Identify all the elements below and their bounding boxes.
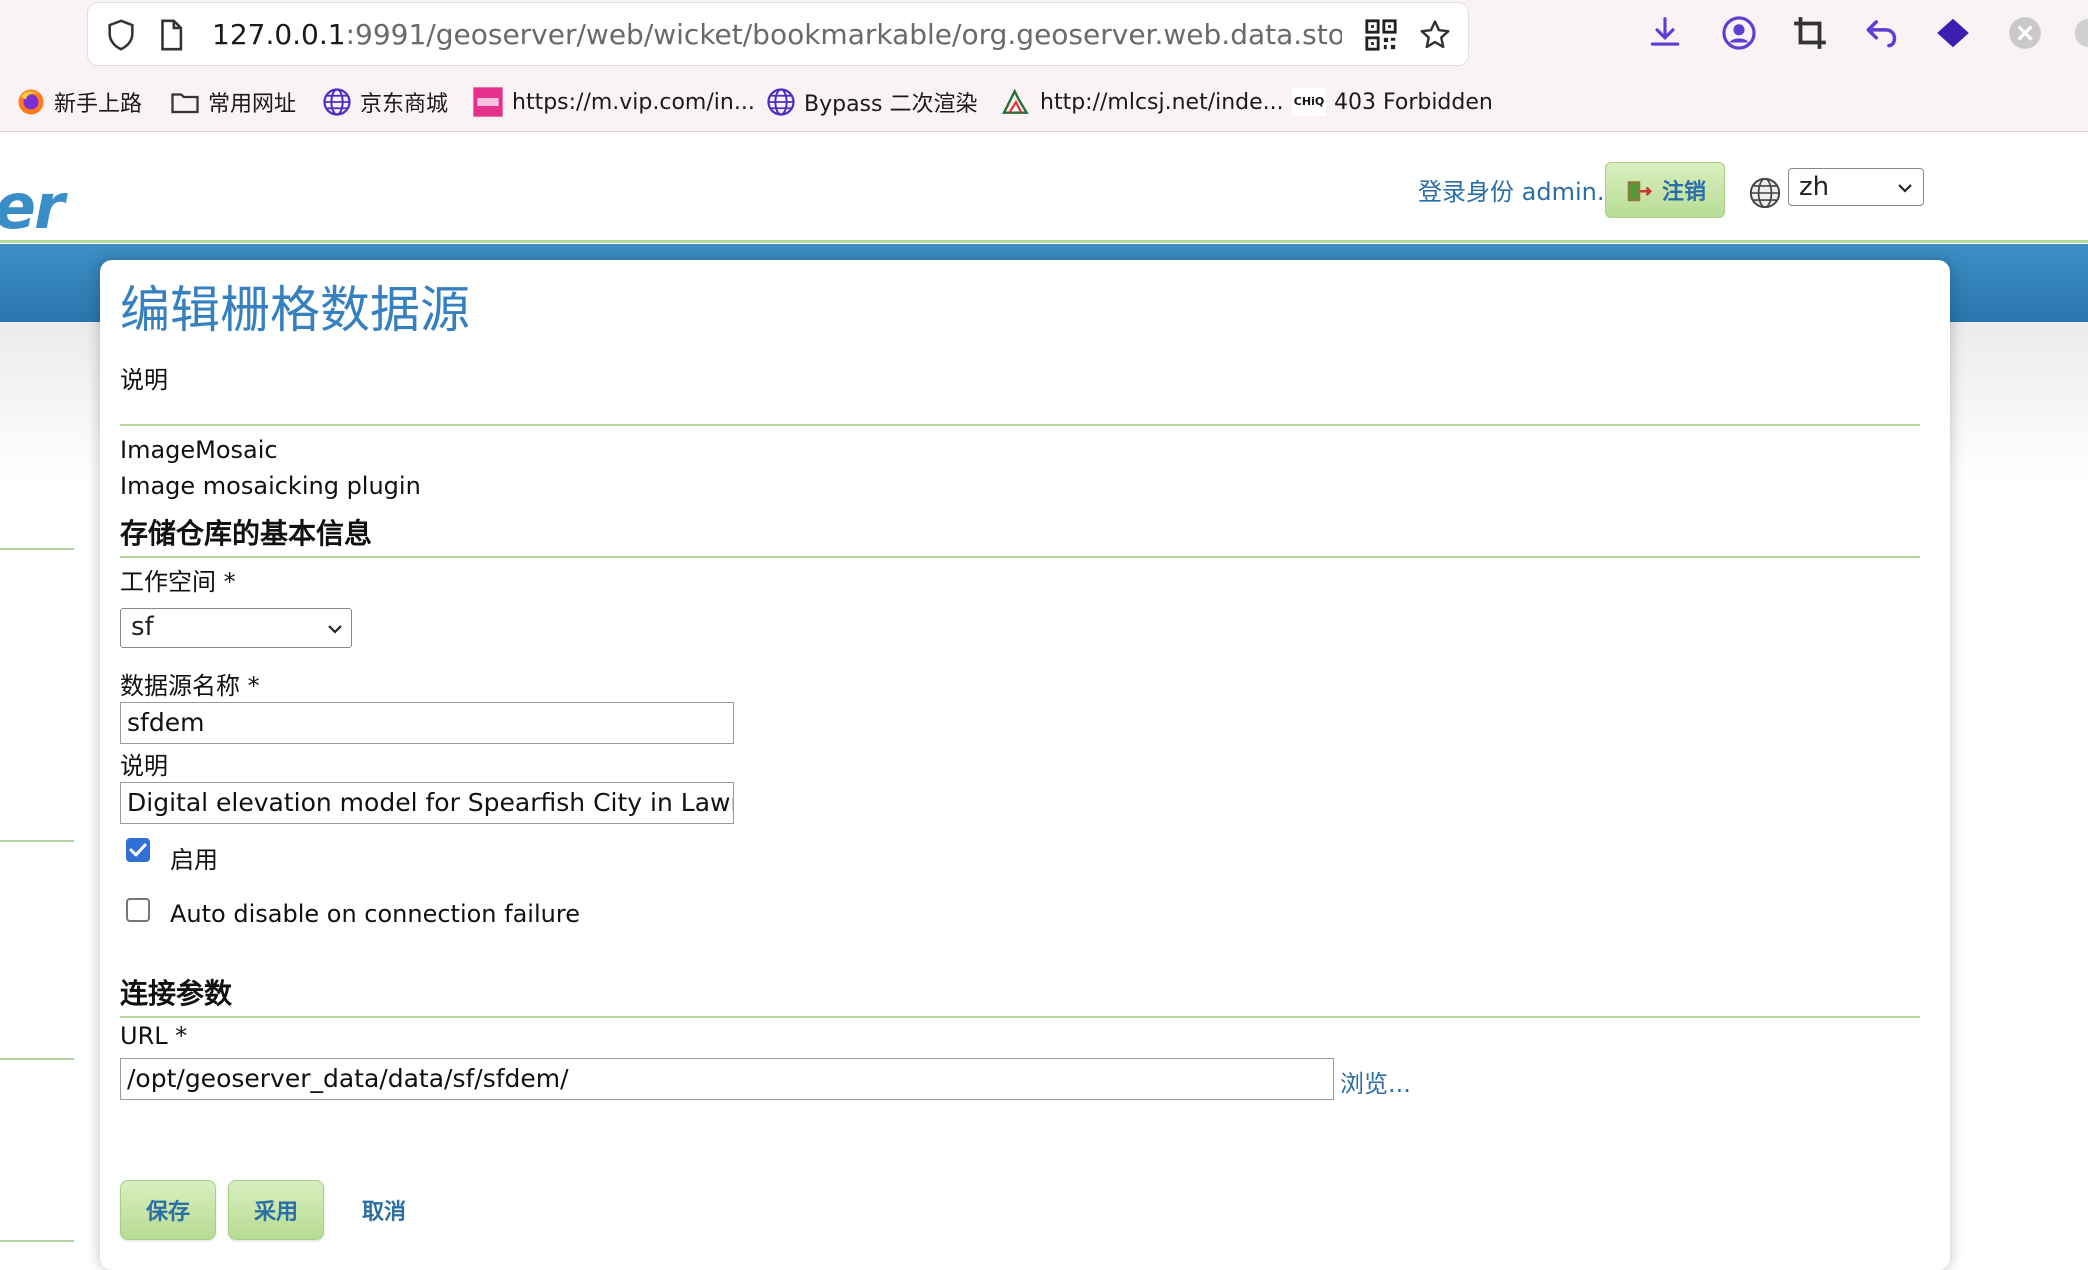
language-globe-icon [1749,177,1781,209]
firefox-icon [18,89,44,115]
apply-button[interactable]: 采用 [228,1180,324,1240]
auto-disable-checkbox[interactable] [126,898,150,922]
globe-icon [323,88,351,116]
crop-icon[interactable] [1791,14,1829,52]
logout-button[interactable]: 注销 [1605,162,1725,218]
workspace-select[interactable]: sf [120,608,352,648]
bookmark-folder[interactable]: 常用网址 [170,82,296,122]
login-status: 登录身份 admin. [1418,178,1605,206]
bookmark-label: Bypass 二次渲染 [804,92,978,117]
enabled-checkbox[interactable] [126,838,150,862]
address-bar[interactable]: 127.0.0.1:9991/geoserver/web/wicket/book… [88,3,1468,65]
store-type-description: Image mosaicking plugin [120,472,421,500]
bookmark-label: 403 Forbidden [1334,89,1493,115]
geoserver-page: er 登录身份 admin. 注销 zh 编辑栅格数据源 说明 ImageMos… [0,132,2088,1270]
section-divider [120,1016,1920,1018]
enabled-label: 启用 [170,846,218,874]
bookmark-label: https://m.vip.com/in... [512,89,755,115]
qr-code-icon[interactable] [1364,18,1398,52]
sidebar-divider [0,1058,74,1060]
save-button[interactable]: 保存 [120,1180,216,1240]
undo-icon[interactable] [1862,14,1900,52]
sidebar-divider [0,840,74,842]
cancel-link[interactable]: 取消 [362,1194,406,1226]
shield-icon[interactable] [104,18,138,52]
chevron-down-icon [1898,184,1912,193]
bookmark-item[interactable]: Bypass 二次渲染 [766,82,977,122]
edit-store-panel: 编辑栅格数据源 说明 ImageMosaic Image mosaicking … [100,260,1950,1270]
bookmark-item[interactable]: http://mlcsj.net/inde... [1000,82,1284,122]
store-type: ImageMosaic [120,436,278,464]
bookmark-item[interactable]: CHiQ 403 Forbidden [1292,82,1493,122]
connection-params-heading: 连接参数 [120,977,233,1010]
geoserver-logo[interactable]: er [0,170,65,243]
header-divider [0,240,2088,243]
extension-layers-icon[interactable] [1934,14,1972,52]
bookmark-item[interactable]: 新手上路 [16,82,142,122]
description-label: 说明 [120,752,168,780]
check-icon [129,843,147,857]
language-select[interactable]: zh [1788,168,1924,206]
basic-info-heading: 存储仓库的基本信息 [120,517,373,550]
account-icon[interactable] [1720,14,1758,52]
vip-icon [473,87,503,117]
extension-gray-icon[interactable] [2006,14,2044,52]
sidebar-divider [0,548,74,550]
overflow-icon[interactable] [2070,14,2088,52]
bookmark-label: http://mlcsj.net/inde... [1040,89,1284,115]
browser-chrome: 127.0.0.1:9991/geoserver/web/wicket/book… [0,0,2088,132]
store-name-label: 数据源名称 * [120,672,260,700]
workspace-value: sf [131,612,154,642]
url-host: 127.0.0.1 [212,18,346,51]
download-icon[interactable] [1646,14,1684,52]
description-input[interactable]: Digital elevation model for Spearfish Ci… [120,782,734,824]
bookmarks-bar: 新手上路 常用网址 京东商城 https://m.vip.com/in... B… [0,82,2088,122]
site-icon [1002,88,1029,114]
workspace-label: 工作空间 * [120,568,236,596]
chevron-down-icon [328,625,342,634]
logout-icon [1627,181,1653,202]
globe-icon [767,88,795,116]
logout-label: 注销 [1661,180,1706,205]
bookmark-label: 新手上路 [54,92,143,117]
url-input[interactable]: /opt/geoserver_data/data/sf/sfdem/ [120,1058,1334,1100]
store-name-input[interactable]: sfdem [120,702,734,744]
url-text[interactable]: 127.0.0.1:9991/geoserver/web/wicket/book… [212,13,1342,57]
section-divider [120,556,1920,558]
chiq-icon: CHiQ [1292,88,1326,116]
bookmark-label: 常用网址 [208,92,297,117]
url-label: URL * [120,1022,188,1050]
star-icon[interactable] [1418,18,1452,52]
browse-link[interactable]: 浏览... [1340,1064,1411,1099]
section-divider [120,424,1920,426]
page-title: 编辑栅格数据源 [120,281,470,339]
bookmark-label: 京东商城 [360,92,449,117]
page-icon[interactable] [154,18,188,52]
auto-disable-label: Auto disable on connection failure [170,900,580,928]
bookmark-item[interactable]: 京东商城 [322,82,448,122]
url-path: :9991/geoserver/web/wicket/bookmarkable/… [345,18,1342,51]
language-value: zh [1799,172,1830,202]
bookmark-item[interactable]: https://m.vip.com/in... [472,82,755,122]
description-heading: 说明 [120,366,168,394]
sidebar-divider [0,1240,74,1242]
folder-icon [171,93,199,114]
